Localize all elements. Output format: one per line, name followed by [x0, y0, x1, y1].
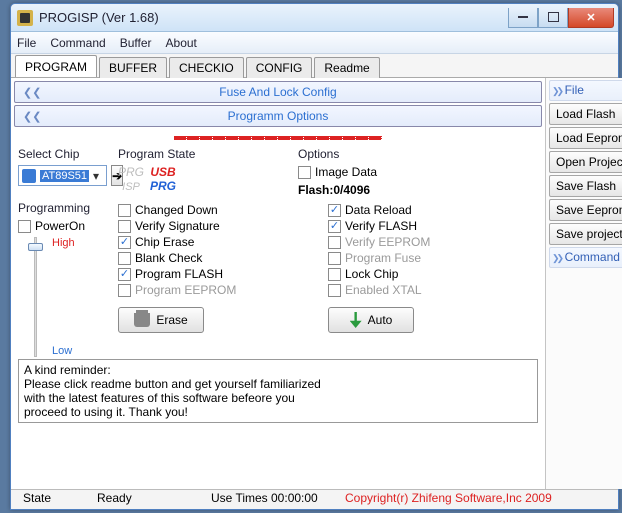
- flash-info: Flash:0/4096: [298, 183, 508, 197]
- save-flash-button[interactable]: Save Flash: [549, 175, 622, 197]
- side-panel: File Load Flash Load Eeprom Open Project…: [545, 78, 622, 489]
- changed-down-checkbox[interactable]: [118, 204, 131, 217]
- verify-flash-checkbox[interactable]: [328, 220, 341, 233]
- menu-file[interactable]: File: [17, 36, 36, 50]
- status-use-times: Use Times 00:00:00: [203, 491, 333, 505]
- tab-readme[interactable]: Readme: [314, 57, 379, 78]
- status-copyright: Copyright(r) Zhifeng Software,Inc 2009: [337, 491, 614, 505]
- tab-program[interactable]: PROGRAM: [15, 55, 97, 77]
- status-bar: State Ready Use Times 00:00:00 Copyright…: [11, 489, 618, 509]
- title-bar[interactable]: PROGISP (Ver 1.68): [11, 4, 618, 32]
- program-flash-checkbox[interactable]: [118, 268, 131, 281]
- image-data-label: Image Data: [315, 165, 377, 179]
- image-data-checkbox[interactable]: [298, 166, 311, 179]
- program-fuse-checkbox: [328, 252, 341, 265]
- red-banner: ▬▬▬▬▬▬▬▬▬▬▬▬▬▬▬▬: [14, 129, 542, 143]
- menu-buffer[interactable]: Buffer: [120, 36, 152, 50]
- menu-about[interactable]: About: [166, 36, 197, 50]
- load-flash-button[interactable]: Load Flash: [549, 103, 622, 125]
- minimize-button[interactable]: [508, 8, 538, 28]
- menu-bar: File Command Buffer About: [11, 32, 618, 54]
- status-ready: Ready: [89, 491, 199, 505]
- lock-chip-checkbox[interactable]: [328, 268, 341, 281]
- slider-high: High: [52, 237, 75, 249]
- program-options-label: Programm Options: [228, 109, 329, 123]
- status-state-label: State: [15, 491, 85, 505]
- blank-check-checkbox[interactable]: [118, 252, 131, 265]
- chip-icon: [22, 169, 36, 183]
- options-label: Options: [298, 147, 508, 161]
- verify-eeprom-checkbox: [328, 236, 341, 249]
- verify-signature-checkbox[interactable]: [118, 220, 131, 233]
- data-reload-checkbox[interactable]: [328, 204, 341, 217]
- main-panel: ❮❮ Fuse And Lock Config ❮❮ Programm Opti…: [11, 78, 545, 489]
- poweron-label: PowerOn: [35, 219, 85, 233]
- save-eeprom-button[interactable]: Save Eeprom: [549, 199, 622, 221]
- side-command-header[interactable]: Command: [549, 247, 622, 268]
- chevron-icon: ❮❮: [23, 110, 41, 123]
- chip-combobox[interactable]: AT89S51 ▾: [18, 165, 107, 186]
- tab-config[interactable]: CONFIG: [246, 57, 313, 78]
- tab-buffer[interactable]: BUFFER: [99, 57, 167, 78]
- chip-selected: AT89S51: [40, 170, 89, 182]
- window-title: PROGISP (Ver 1.68): [39, 10, 508, 25]
- erase-button[interactable]: Erase: [118, 307, 204, 333]
- fuse-lock-band[interactable]: ❮❮ Fuse And Lock Config: [14, 81, 542, 103]
- fuse-lock-label: Fuse And Lock Config: [219, 85, 336, 99]
- load-eeprom-button[interactable]: Load Eeprom: [549, 127, 622, 149]
- chevron-icon: ❮❮: [23, 86, 41, 99]
- speed-slider[interactable]: High Low: [26, 237, 46, 357]
- program-state-label: Program State: [118, 147, 298, 161]
- program-state-icons: PRGISP USBPRG: [118, 165, 298, 194]
- app-window: PROGISP (Ver 1.68) File Command Buffer A…: [10, 3, 619, 510]
- select-chip-label: Select Chip: [18, 147, 118, 161]
- side-file-header[interactable]: File: [549, 80, 622, 101]
- enabled-xtal-checkbox: [328, 284, 341, 297]
- open-project-button[interactable]: Open Project: [549, 151, 622, 173]
- auto-icon: [350, 312, 362, 328]
- menu-command[interactable]: Command: [50, 36, 105, 50]
- chevron-down-icon: ▾: [89, 169, 103, 183]
- program-options-band[interactable]: ❮❮ Programm Options: [14, 105, 542, 127]
- tab-checkio[interactable]: CHECKIO: [169, 57, 244, 78]
- app-icon: [17, 10, 33, 26]
- poweron-checkbox[interactable]: [18, 220, 31, 233]
- maximize-button[interactable]: [538, 8, 568, 28]
- program-eeprom-checkbox: [118, 284, 131, 297]
- auto-button[interactable]: Auto: [328, 307, 414, 333]
- programming-label: Programming: [18, 201, 118, 215]
- erase-icon: [134, 313, 150, 327]
- slider-low: Low: [52, 345, 72, 357]
- close-button[interactable]: [568, 8, 614, 28]
- reminder-box: A kind reminder: Please click readme but…: [18, 359, 538, 423]
- save-project-button[interactable]: Save project: [549, 223, 622, 245]
- tab-strip: PROGRAM BUFFER CHECKIO CONFIG Readme: [11, 54, 618, 78]
- chip-erase-checkbox[interactable]: [118, 236, 131, 249]
